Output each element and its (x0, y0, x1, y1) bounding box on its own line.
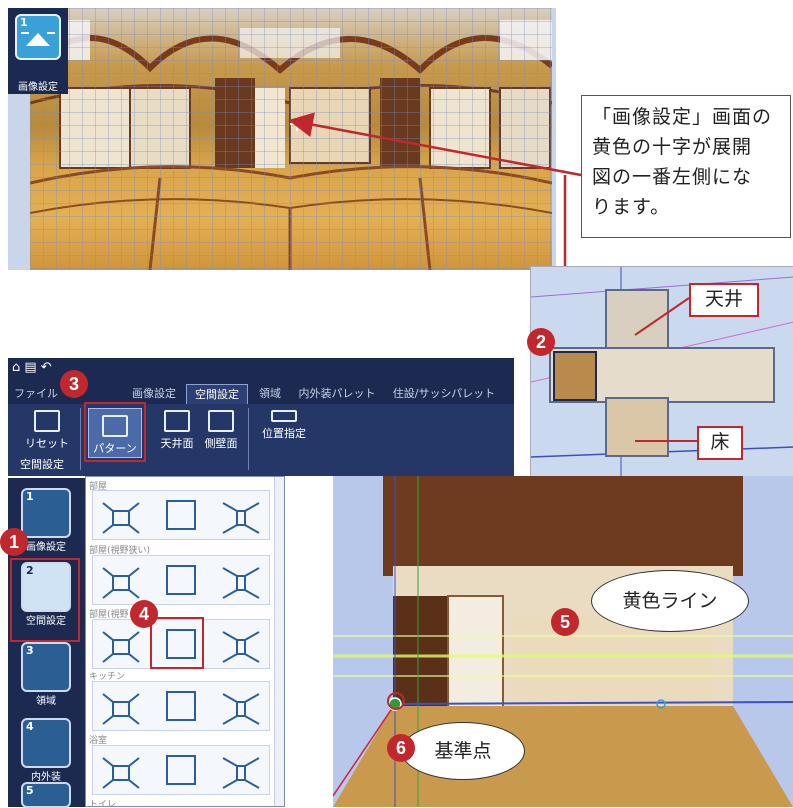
side-wall-button[interactable]: 側壁面 (200, 410, 242, 451)
position-icon (271, 410, 297, 422)
pattern-option[interactable] (217, 560, 265, 600)
tab-space-settings[interactable]: 空間設定 (186, 384, 248, 405)
side-wall-icon (208, 410, 234, 432)
dropdown-scrollbar[interactable] (274, 477, 284, 806)
step-badge-4: 4 (130, 600, 158, 628)
callout-line: 図の一番左側にな (592, 166, 753, 188)
group-label-space-settings: 空間設定 (20, 458, 64, 471)
callout-line: 「画像設定」画面の (592, 106, 773, 128)
pattern-row (92, 745, 270, 795)
vtool-fixtures[interactable]: 5 (16, 782, 76, 808)
vtool-number: 3 (26, 644, 34, 657)
step-badge-3: 3 (60, 370, 88, 398)
callout-line: ります。 (592, 196, 671, 218)
vtool-label: 領域 (36, 696, 56, 707)
pattern-option[interactable] (217, 495, 265, 535)
pattern-option[interactable] (97, 750, 145, 790)
tab-interior-palette[interactable]: 内外装パレット (298, 384, 376, 404)
development-view[interactable]: 天井 床 (530, 266, 793, 478)
pattern-option[interactable] (157, 750, 205, 790)
label-leaders (634, 297, 697, 442)
tab-fixture-palette[interactable]: 住設/サッシパレット (392, 384, 496, 404)
position-button[interactable]: 位置指定 (254, 410, 314, 441)
pattern-option[interactable] (217, 624, 265, 664)
pattern-option[interactable] (97, 560, 145, 600)
highlight-pattern-option (150, 617, 204, 669)
ceiling-face-label: 天井面 (160, 437, 194, 450)
pattern-option[interactable] (157, 686, 205, 726)
step-badge-1: 1 (0, 528, 28, 556)
reset-button[interactable]: リセット (22, 410, 72, 451)
pattern-dropdown[interactable]: 部屋 部屋(視野狭い) 部屋(視野 キッチン 浴室 トイレ (85, 476, 285, 807)
pattern-option[interactable] (217, 750, 265, 790)
vtool-number: 5 (26, 784, 34, 797)
tab-area[interactable]: 領域 (250, 384, 290, 404)
tab-file[interactable]: ファイル (12, 384, 60, 404)
pattern-option[interactable] (97, 686, 145, 726)
base-point-bubble: 基準点 (401, 722, 525, 780)
pattern-option[interactable] (97, 495, 145, 535)
reset-icon (34, 410, 60, 432)
explanation-callout: 「画像設定」画面の 黄色の十字が展開 図の一番左側にな ります。 (581, 95, 791, 238)
vtool-label: 内外装 (31, 772, 61, 783)
pattern-option[interactable] (217, 686, 265, 726)
pattern-row (92, 681, 270, 731)
vtool-number: 4 (26, 720, 34, 733)
divider (248, 408, 249, 470)
yellow-line-bubble: 黄色ライン (591, 570, 749, 632)
callout-line: 黄色の十字が展開 (592, 136, 753, 158)
pattern-row (92, 555, 270, 605)
pattern-option[interactable] (157, 495, 205, 535)
ceiling-face-button[interactable]: 天井面 (156, 410, 198, 451)
step-badge-5: 5 (551, 608, 579, 636)
step-badge-6: 6 (387, 734, 415, 762)
highlight-pattern-button (84, 402, 146, 462)
vtool-number: 1 (26, 490, 34, 503)
ceiling-face-icon (164, 410, 190, 432)
position-label: 位置指定 (262, 427, 306, 440)
category-toilet: トイレ (89, 800, 117, 807)
pattern-option[interactable] (157, 560, 205, 600)
vtool-interior[interactable]: 4 内外装 (16, 718, 76, 783)
vertical-toolbar: 1 画像設定 2 空間設定 3 領域 4 内外装 5 (8, 478, 85, 808)
pattern-option[interactable] (97, 624, 145, 664)
highlight-base-point (387, 692, 405, 710)
reset-label: リセット (25, 437, 69, 450)
side-wall-label: 側壁面 (204, 437, 238, 450)
vtool-area[interactable]: 3 領域 (16, 642, 76, 707)
tab-image-settings[interactable]: 画像設定 (124, 384, 184, 404)
step-badge-2: 2 (527, 328, 555, 356)
divider (80, 408, 81, 470)
highlight-space-settings (10, 558, 80, 642)
pattern-row (92, 490, 270, 540)
